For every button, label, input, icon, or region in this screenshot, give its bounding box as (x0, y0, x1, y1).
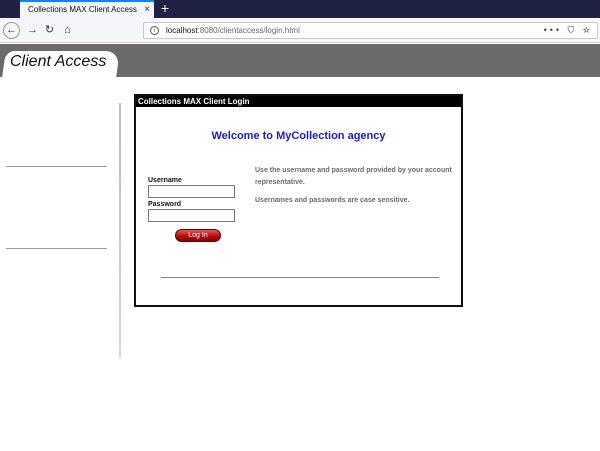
close-tab-icon[interactable]: × (144, 3, 150, 17)
login-button[interactable]: Log In (175, 229, 221, 242)
page-actions-icon[interactable]: ••• ⛉ ☆ (544, 25, 593, 36)
url-path: :8080/clientaccess/login.html (197, 26, 300, 35)
panel-title: Collections MAX Client Login (136, 96, 461, 107)
password-input[interactable] (148, 209, 235, 222)
browser-tab-bar: Collections MAX Client Access × + (0, 0, 600, 18)
column-divider (119, 103, 121, 358)
url-host: localhost (166, 26, 198, 35)
page-header: Client Access (0, 44, 600, 77)
tab-title: Collections MAX Client Access (28, 5, 137, 14)
credentials-help-text: Use the username and password provided b… (255, 167, 452, 186)
browser-nav-bar: ← → ↻ ⌂ i localhost:8080/clientaccess/lo… (0, 18, 600, 43)
sidebar-divider (6, 166, 107, 167)
url-text: localhost:8080/clientaccess/login.html (166, 26, 300, 35)
new-tab-button[interactable]: + (158, 0, 172, 18)
username-label: Username (148, 177, 182, 184)
case-sensitive-note: Usernames and passwords are case sensiti… (255, 197, 410, 204)
welcome-heading: Welcome to MyCollection agency (211, 130, 386, 142)
browser-tab[interactable]: Collections MAX Client Access × (20, 0, 154, 18)
login-panel: Collections MAX Client Login Welcome to … (134, 94, 463, 307)
back-arrow-icon[interactable]: ← (3, 22, 20, 39)
panel-divider (161, 277, 439, 278)
home-icon[interactable]: ⌂ (59, 22, 76, 39)
password-label: Password (148, 201, 182, 208)
site-info-icon[interactable]: i (150, 26, 159, 35)
brand-title: Client Access (10, 53, 107, 70)
url-bar[interactable]: i localhost:8080/clientaccess/login.html… (143, 22, 598, 39)
reload-icon[interactable]: ↻ (41, 22, 58, 39)
username-input[interactable] (148, 185, 235, 198)
forward-arrow-icon[interactable]: → (24, 22, 41, 39)
sidebar-divider (6, 248, 107, 249)
